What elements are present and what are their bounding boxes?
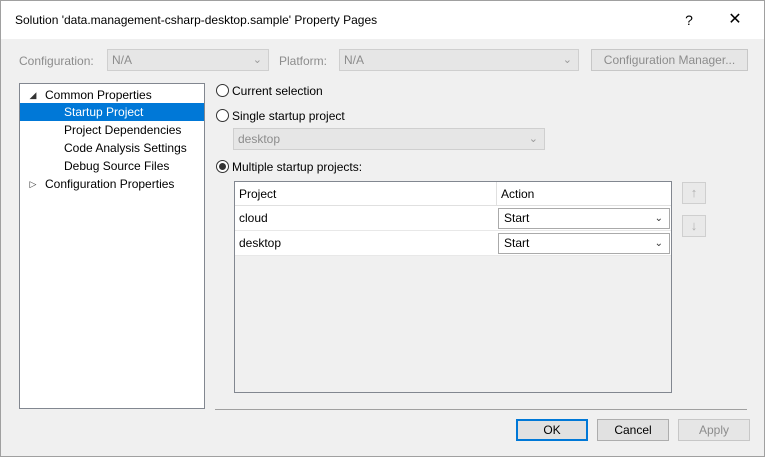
single-startup-combo[interactable]: desktop ⌄ bbox=[233, 128, 545, 150]
property-pages-dialog: Solution 'data.management-csharp-desktop… bbox=[0, 0, 765, 457]
expand-triangle-icon[interactable]: ▷ bbox=[28, 175, 38, 193]
chevron-down-icon: ⌄ bbox=[252, 54, 262, 66]
settings-tree: ◢ Common Properties Startup Project Proj… bbox=[19, 83, 205, 409]
tree-item-startup-project[interactable]: Startup Project bbox=[20, 103, 204, 121]
platform-label: Platform: bbox=[279, 54, 328, 68]
cancel-button[interactable]: Cancel bbox=[597, 419, 669, 441]
action-select[interactable]: Start ⌄ bbox=[498, 208, 670, 229]
arrow-down-icon: ↓ bbox=[690, 218, 698, 233]
single-startup-label[interactable]: Single startup project bbox=[232, 109, 345, 123]
tree-item-label: Startup Project bbox=[64, 105, 144, 119]
ok-button[interactable]: OK bbox=[516, 419, 588, 441]
current-selection-label[interactable]: Current selection bbox=[232, 84, 323, 98]
chevron-down-icon: ⌄ bbox=[528, 133, 538, 145]
chevron-down-icon: ⌄ bbox=[654, 238, 663, 249]
current-selection-radio[interactable] bbox=[216, 84, 229, 97]
multiple-startup-label[interactable]: Multiple startup projects: bbox=[232, 160, 362, 174]
column-header-project[interactable]: Project bbox=[235, 182, 497, 206]
tree-item-configuration-properties[interactable]: ▷ Configuration Properties bbox=[20, 175, 204, 193]
tree-item-debug-source-files[interactable]: Debug Source Files bbox=[20, 157, 204, 175]
chevron-down-icon: ⌄ bbox=[654, 213, 663, 224]
table-row[interactable]: desktop Start ⌄ bbox=[235, 231, 671, 256]
footer-divider bbox=[215, 409, 747, 410]
help-button[interactable]: ? bbox=[677, 9, 701, 31]
move-up-button[interactable]: ↑ bbox=[682, 182, 706, 204]
tree-item-label: Configuration Properties bbox=[45, 177, 175, 191]
configuration-manager-button[interactable]: Configuration Manager... bbox=[591, 49, 748, 71]
project-cell: cloud bbox=[239, 211, 268, 225]
project-cell: desktop bbox=[239, 236, 282, 250]
action-value: Start bbox=[504, 236, 530, 250]
dialog-title: Solution 'data.management-csharp-desktop… bbox=[15, 13, 378, 27]
arrow-up-icon: ↑ bbox=[690, 185, 698, 200]
platform-combo[interactable]: N/A ⌄ bbox=[339, 49, 579, 71]
multiple-startup-radio[interactable] bbox=[216, 160, 229, 173]
platform-value: N/A bbox=[344, 53, 365, 67]
configuration-label: Configuration: bbox=[19, 54, 94, 68]
tree-item-label: Common Properties bbox=[45, 88, 152, 102]
column-header-action[interactable]: Action bbox=[497, 182, 671, 206]
collapse-triangle-icon[interactable]: ◢ bbox=[28, 86, 38, 104]
chevron-down-icon: ⌄ bbox=[562, 54, 572, 66]
tree-item-code-analysis-settings[interactable]: Code Analysis Settings bbox=[20, 139, 204, 157]
tree-item-project-dependencies[interactable]: Project Dependencies bbox=[20, 121, 204, 139]
action-value: Start bbox=[504, 211, 530, 225]
close-button[interactable]: ✕ bbox=[723, 9, 747, 31]
single-startup-radio[interactable] bbox=[216, 109, 229, 122]
configuration-value: N/A bbox=[112, 53, 133, 67]
tree-item-label: Code Analysis Settings bbox=[64, 141, 187, 155]
apply-button[interactable]: Apply bbox=[678, 419, 750, 441]
action-select[interactable]: Start ⌄ bbox=[498, 233, 670, 254]
table-row[interactable]: cloud Start ⌄ bbox=[235, 206, 671, 231]
title-bar: Solution 'data.management-csharp-desktop… bbox=[1, 1, 764, 39]
single-startup-value: desktop bbox=[238, 132, 281, 146]
tree-item-label: Project Dependencies bbox=[64, 123, 182, 137]
move-down-button[interactable]: ↓ bbox=[682, 215, 706, 237]
startup-projects-grid: Project Action cloud Start ⌄ desktop Sta… bbox=[234, 181, 672, 393]
tree-item-common-properties[interactable]: ◢ Common Properties bbox=[20, 86, 204, 104]
configuration-combo[interactable]: N/A ⌄ bbox=[107, 49, 269, 71]
tree-item-label: Debug Source Files bbox=[64, 159, 170, 173]
